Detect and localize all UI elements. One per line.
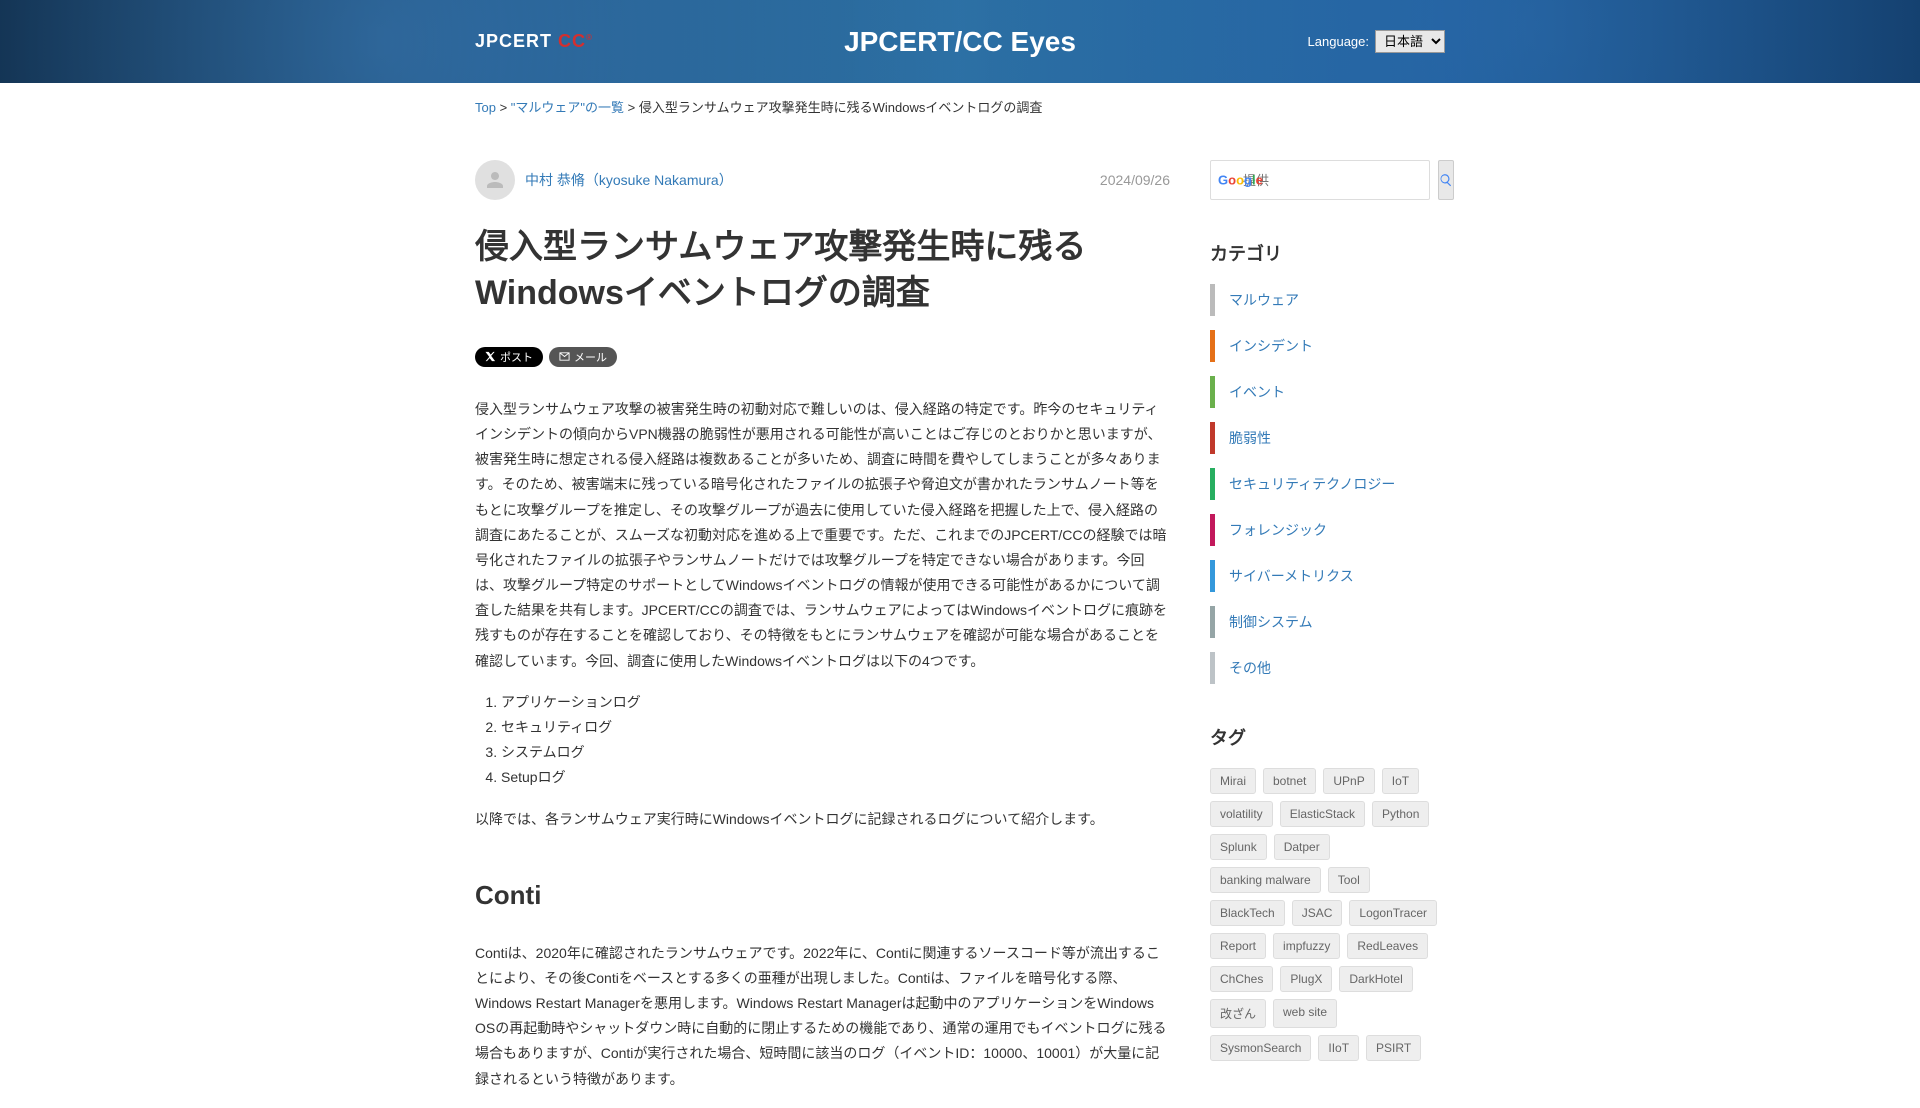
- mail-icon: [559, 351, 570, 362]
- tag[interactable]: Mirai: [1210, 768, 1256, 794]
- tag[interactable]: ElasticStack: [1280, 801, 1365, 827]
- person-icon: [483, 168, 507, 192]
- tag[interactable]: banking malware: [1210, 867, 1321, 893]
- tag[interactable]: UPnP: [1323, 768, 1374, 794]
- tag[interactable]: 改ざん: [1210, 999, 1266, 1028]
- list-item: システムログ: [501, 740, 1170, 765]
- tag[interactable]: Tool: [1328, 867, 1370, 893]
- language-select[interactable]: 日本語: [1375, 30, 1445, 53]
- tag[interactable]: BlackTech: [1210, 900, 1285, 926]
- tag[interactable]: RedLeaves: [1347, 933, 1428, 959]
- tag[interactable]: volatility: [1210, 801, 1273, 827]
- share-mail-label: メール: [574, 349, 607, 365]
- list-item: アプリケーションログ: [501, 690, 1170, 715]
- share-x-button[interactable]: ポスト: [475, 347, 543, 367]
- tag[interactable]: PSIRT: [1366, 1035, 1421, 1061]
- language-label: Language:: [1308, 34, 1369, 49]
- category-item: イベント: [1210, 376, 1445, 408]
- tag[interactable]: Report: [1210, 933, 1266, 959]
- tag[interactable]: web site: [1273, 999, 1337, 1028]
- author-row: 中村 恭脩（kyosuke Nakamura） 2024/09/26: [475, 160, 1170, 200]
- post-date: 2024/09/26: [1100, 172, 1170, 188]
- section-heading-conti: Conti: [475, 872, 1170, 919]
- x-icon: [485, 351, 496, 362]
- tags-heading: タグ: [1210, 724, 1445, 750]
- search-input[interactable]: [1210, 160, 1430, 200]
- tag[interactable]: impfuzzy: [1273, 933, 1340, 959]
- breadcrumb-current: 侵入型ランサムウェア攻撃発生時に残るWindowsイベントログの調査: [639, 100, 1042, 115]
- category-link[interactable]: 脆弱性: [1229, 430, 1271, 446]
- page-container: 中村 恭脩（kyosuke Nakamura） 2024/09/26 侵入型ラン…: [475, 160, 1445, 1108]
- breadcrumb-top[interactable]: Top: [475, 100, 496, 115]
- breadcrumb-sep: >: [624, 100, 639, 115]
- list-item: Setupログ: [501, 765, 1170, 790]
- tag[interactable]: LogonTracer: [1349, 900, 1437, 926]
- tag[interactable]: Python: [1372, 801, 1429, 827]
- share-row: ポスト メール: [475, 347, 1170, 367]
- site-logo[interactable]: JPCERT CC: [475, 31, 593, 52]
- category-item: セキュリティテクノロジー: [1210, 468, 1445, 500]
- tag[interactable]: IoT: [1382, 768, 1419, 794]
- category-link[interactable]: セキュリティテクノロジー: [1229, 476, 1395, 492]
- tag[interactable]: Splunk: [1210, 834, 1267, 860]
- author-avatar: [475, 160, 515, 200]
- search-icon: [1439, 173, 1453, 187]
- category-link[interactable]: 制御システム: [1229, 614, 1313, 630]
- tag[interactable]: ChChes: [1210, 966, 1273, 992]
- category-link[interactable]: イベント: [1229, 384, 1285, 400]
- tag[interactable]: Datper: [1274, 834, 1330, 860]
- tag[interactable]: JSAC: [1292, 900, 1343, 926]
- category-link[interactable]: インシデント: [1229, 338, 1313, 354]
- tag[interactable]: DarkHotel: [1339, 966, 1412, 992]
- logo-prefix: JPCERT: [475, 31, 558, 51]
- search-button[interactable]: [1438, 160, 1454, 200]
- tag[interactable]: SysmonSearch: [1210, 1035, 1311, 1061]
- category-link[interactable]: その他: [1229, 660, 1271, 676]
- search-input-wrap: Google: [1210, 160, 1430, 200]
- article-body: 侵入型ランサムウェア攻撃の被害発生時の初動対応で難しいのは、侵入経路の特定です。…: [475, 397, 1170, 1092]
- article-paragraph: Contiは、2020年に確認されたランサムウェアです。2022年に、Conti…: [475, 941, 1170, 1092]
- category-list: マルウェアインシデントイベント脆弱性セキュリティテクノロジーフォレンジックサイバ…: [1210, 284, 1445, 684]
- category-item: インシデント: [1210, 330, 1445, 362]
- category-item: サイバーメトリクス: [1210, 560, 1445, 592]
- site-header: JPCERT CC JPCERT/CC Eyes Language: 日本語: [0, 0, 1920, 83]
- category-link[interactable]: フォレンジック: [1229, 522, 1327, 538]
- category-item: フォレンジック: [1210, 514, 1445, 546]
- main-content: 中村 恭脩（kyosuke Nakamura） 2024/09/26 侵入型ラン…: [475, 160, 1170, 1108]
- categories-heading: カテゴリ: [1210, 240, 1445, 266]
- share-mail-button[interactable]: メール: [549, 347, 617, 367]
- breadcrumb-category[interactable]: "マルウェア"の一覧: [511, 100, 624, 115]
- tag[interactable]: PlugX: [1280, 966, 1332, 992]
- article-paragraph: 以降では、各ランサムウェア実行時にWindowsイベントログに記録されるログにつ…: [475, 807, 1170, 832]
- log-list: アプリケーションログ セキュリティログ システムログ Setupログ: [501, 690, 1170, 791]
- logo-cc: CC: [558, 31, 593, 51]
- header-inner: JPCERT CC JPCERT/CC Eyes Language: 日本語: [460, 0, 1460, 83]
- category-link[interactable]: サイバーメトリクス: [1229, 568, 1354, 584]
- article-title: 侵入型ランサムウェア攻撃発生時に残るWindowsイベントログの調査: [475, 225, 1170, 317]
- tag[interactable]: IIoT: [1318, 1035, 1359, 1061]
- site-title: JPCERT/CC Eyes: [844, 26, 1076, 58]
- search-wrap: Google: [1210, 160, 1445, 200]
- author-name[interactable]: 中村 恭脩（kyosuke Nakamura）: [525, 170, 733, 190]
- category-item: その他: [1210, 652, 1445, 684]
- share-x-label: ポスト: [500, 349, 533, 365]
- tag-list: Mirai botnet UPnP IoT volatility ElasticStack…: [1210, 768, 1445, 1061]
- category-item: 脆弱性: [1210, 422, 1445, 454]
- article-paragraph: 侵入型ランサムウェア攻撃の被害発生時の初動対応で難しいのは、侵入経路の特定です。…: [475, 397, 1170, 674]
- list-item: セキュリティログ: [501, 715, 1170, 740]
- breadcrumb: Top > "マルウェア"の一覧 > 侵入型ランサムウェア攻撃発生時に残るWin…: [475, 83, 1445, 130]
- sidebar: Google カテゴリ マルウェアインシデントイベント脆弱性セキュリティテクノロ…: [1210, 160, 1445, 1108]
- category-link[interactable]: マルウェア: [1229, 292, 1299, 308]
- tag[interactable]: botnet: [1263, 768, 1316, 794]
- category-item: マルウェア: [1210, 284, 1445, 316]
- category-item: 制御システム: [1210, 606, 1445, 638]
- language-switcher: Language: 日本語: [1308, 30, 1445, 53]
- breadcrumb-sep: >: [496, 100, 511, 115]
